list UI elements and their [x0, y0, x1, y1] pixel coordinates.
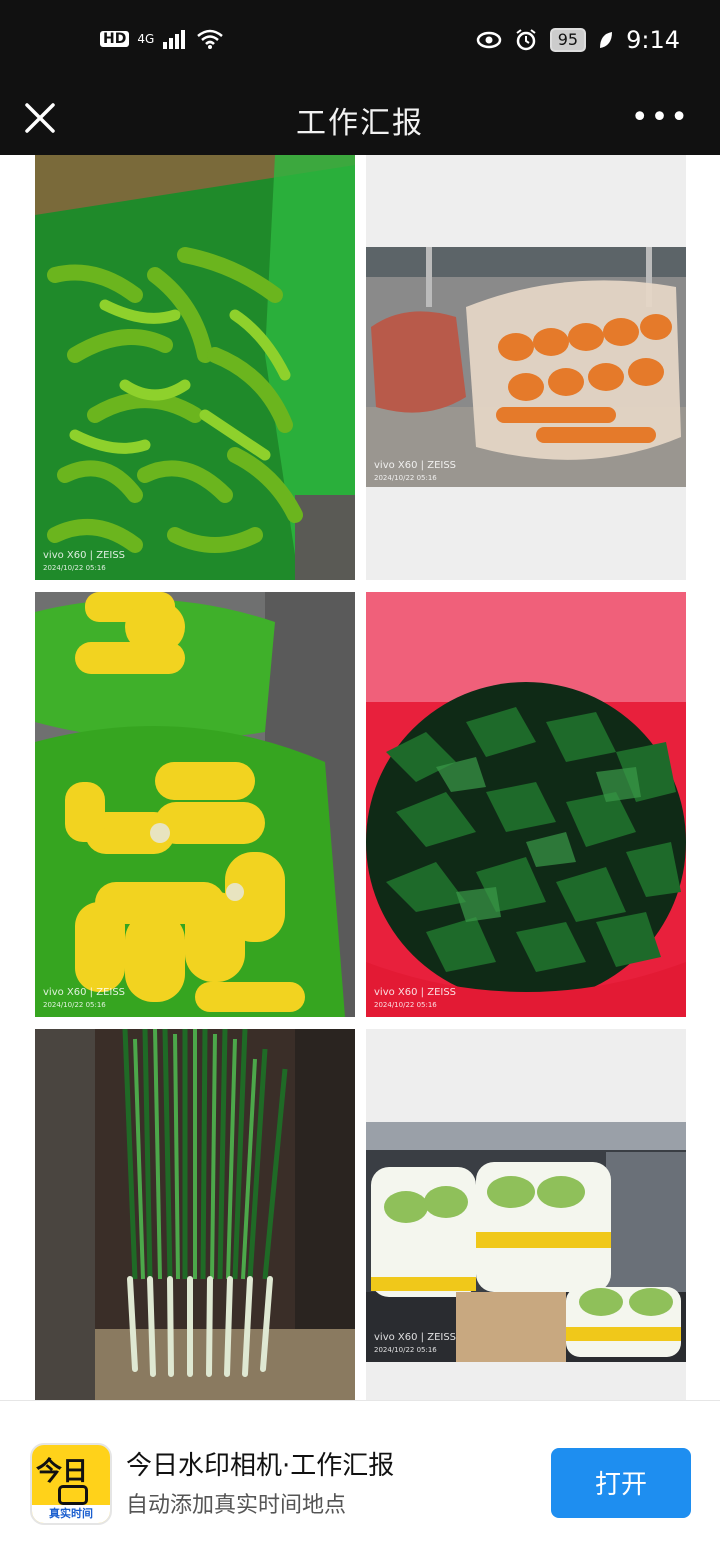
photo-watermark: vivo X60 | ZEISS 2024/10/22 05:16 — [374, 460, 456, 484]
watermark-brand: vivo X60 | ZEISS — [43, 987, 126, 998]
app-icon-strip: 真实时间 — [32, 1505, 110, 1523]
photo-carrots[interactable]: vivo X60 | ZEISS 2024/10/22 05:16 — [366, 155, 686, 580]
watermark-brand: vivo X60 | ZEISS — [374, 460, 457, 471]
photo-green-peppers[interactable]: vivo X60 | ZEISS 2024/10/22 05:16 — [35, 155, 355, 580]
wifi-icon — [197, 29, 224, 49]
watermark-brand: vivo X60 | ZEISS — [43, 550, 126, 561]
green-peppers-image — [35, 155, 355, 580]
watermark-date: 2024/10/22 05:16 — [43, 1001, 106, 1009]
photo-watermark: vivo X60 | ZEISS 2024/10/22 05:16 — [374, 1332, 456, 1356]
app-icon[interactable]: 今日 真实时间 — [30, 1443, 112, 1525]
photo-grid: vivo X60 | ZEISS 2024/10/22 05:16 vivo X… — [0, 155, 720, 1400]
page-title: 工作汇报 — [296, 106, 424, 141]
corn-image — [35, 592, 355, 1017]
photo-green-onions[interactable] — [35, 1029, 355, 1400]
photo-watermark: vivo X60 | ZEISS 2024/10/22 05:16 — [374, 987, 456, 1011]
hd-badge: HD — [100, 31, 130, 47]
eye-icon — [476, 31, 501, 49]
network-type: 4G — [137, 32, 155, 46]
photo-kelp[interactable]: vivo X60 | ZEISS 2024/10/22 05:16 — [366, 592, 686, 1017]
status-bar: HD 4G 95 9:14 — [0, 0, 720, 82]
green-onions-image — [35, 1029, 355, 1400]
alarm-icon — [516, 29, 536, 51]
watermark-date: 2024/10/22 05:16 — [374, 474, 437, 482]
leaf-icon — [600, 32, 613, 48]
watermark-brand: vivo X60 | ZEISS — [374, 1332, 457, 1343]
kelp-image — [366, 592, 686, 1017]
carrots-image — [366, 247, 686, 487]
open-app-button[interactable]: 打开 — [551, 1448, 691, 1518]
watermark-date: 2024/10/22 05:16 — [374, 1346, 437, 1354]
app-name: 今日水印相机·工作汇报 — [126, 1451, 395, 1481]
watermark-date: 2024/10/22 05:16 — [43, 564, 106, 572]
photo-watermark: vivo X60 | ZEISS 2024/10/22 05:16 — [43, 987, 125, 1011]
app-promo-banner: 今日 真实时间 今日水印相机·工作汇报 自动添加真实时间地点 打开 — [0, 1400, 720, 1561]
camera-icon — [58, 1485, 88, 1505]
photo-watermark: vivo X60 | ZEISS 2024/10/22 05:16 — [43, 550, 125, 574]
title-bar: 工作汇报 ••• — [0, 82, 720, 155]
app-subtitle: 自动添加真实时间地点 — [126, 1493, 347, 1518]
watermark-date: 2024/10/22 05:16 — [374, 1001, 437, 1009]
photo-corn[interactable]: vivo X60 | ZEISS 2024/10/22 05:16 — [35, 592, 355, 1017]
battery-level: 95 — [549, 28, 587, 52]
signal-icon — [163, 30, 186, 49]
photo-napa-cabbage[interactable]: vivo X60 | ZEISS 2024/10/22 05:16 — [366, 1029, 686, 1400]
more-icon[interactable]: ••• — [631, 100, 690, 135]
watermark-brand: vivo X60 | ZEISS — [374, 987, 457, 998]
app-icon-text: 今日 — [36, 1457, 89, 1487]
napa-cabbage-image — [366, 1122, 686, 1362]
clock: 9:14 — [626, 26, 680, 54]
